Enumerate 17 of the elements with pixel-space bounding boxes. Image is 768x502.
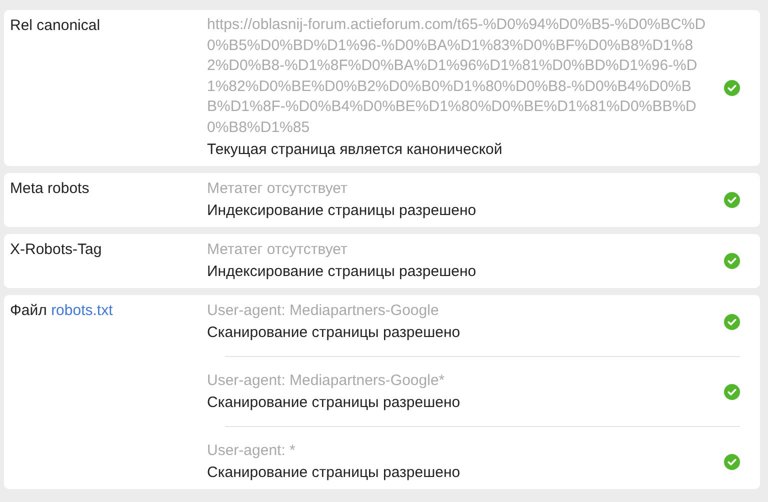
row-label: Файл robots.txt [10,300,114,321]
result-text: Текущая страница является канонической [207,140,504,160]
result-text: Индексирование страницы разрешено [207,200,478,221]
result-text: Сканирование страницы разрешено [207,322,462,343]
result-text: Индексирование страницы разрешено [207,262,478,282]
detail-text: User-agent: * [207,440,296,461]
robots-link[interactable]: robots.txt [51,302,113,319]
row-label: X-Robots-Tag [10,240,103,260]
result-text: Сканирование страницы разрешено [207,392,462,413]
detail-text: Метатег отсутствует [207,178,348,199]
canonical-url: https://oblasnij-forum.actieforum.com/t65-%D0%94%D0%B5-%D0%BC%D0%B5%D0%BD%D1%96-%D0%BA%D1%83%D0%BF%D0%B8%D1%82%D0%B8-%D1%8F%D0%BA%D1%96%D1%81%D0%BD%D1%96-%D1%82%D0%BE%D0%B2%D0%B0%D1%80%D0%B8-%D0%B4%D0%BB%D1%8F-%D0%B4%D0%BE%D1%80%D0%BE%D1%81%D0%BB%D0%B8%D1%85 [207,15,707,138]
row-label: Rel canonical [10,16,102,36]
detail-text: Метатег отсутствует [207,240,348,260]
row-label: Meta robots [10,178,90,199]
detail-text: User-agent: Mediapartners-Google* [207,370,446,391]
detail-text: User-agent: Mediapartners-Google [207,300,440,321]
result-text: Сканирование страницы разрешено [207,462,462,483]
